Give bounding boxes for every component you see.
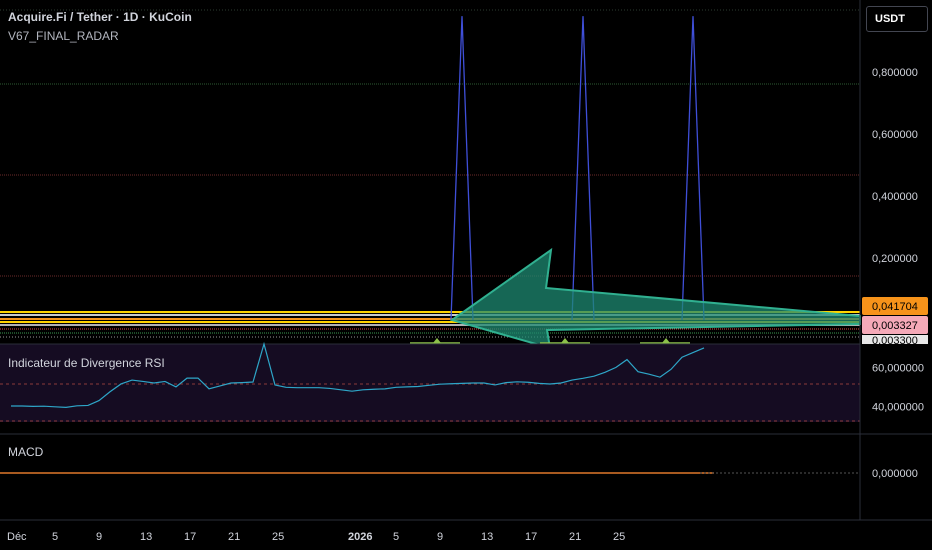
time-tick-label: 9: [437, 531, 443, 543]
price-tick-label: 0,200000: [872, 253, 918, 265]
price-tick-label: 0,600000: [872, 129, 918, 141]
time-tick-label: 25: [613, 531, 625, 543]
time-tick-label: 9: [96, 531, 102, 543]
time-tick-label: 21: [569, 531, 581, 543]
rsi-tick-label: 40,000000: [872, 401, 924, 413]
chart-canvas[interactable]: 0,800000 0,600000 0,400000 0,200000 60,00000…: [0, 0, 932, 550]
chart-title: Acquire.Fi / Tether · 1D · KuCoin: [8, 10, 192, 24]
time-tick-label: 2026: [348, 531, 372, 543]
price-tick-label: 0,800000: [872, 67, 918, 79]
time-tick-label: 17: [184, 531, 196, 543]
rsi-pane-title: Indicateur de Divergence RSI: [8, 356, 165, 370]
price-badge-white-label: 0,003300: [872, 335, 918, 347]
price-badge-orange-label: 0,041704: [872, 301, 918, 313]
time-tick-label: 21: [228, 531, 240, 543]
macd-pane-title: MACD: [8, 445, 44, 459]
macd-tick-label: 0,000000: [872, 468, 918, 480]
price-badges: 0,041704 0,003327 0,003300: [862, 297, 928, 347]
time-tick-label: 25: [272, 531, 284, 543]
indicator-name: V67_FINAL_RADAR: [8, 29, 119, 43]
currency-button[interactable]: USDT: [866, 6, 928, 32]
price-tick-label: 0,400000: [872, 191, 918, 203]
price-badge-pink-label: 0,003327: [872, 320, 918, 332]
rsi-tick-label: 60,000000: [872, 362, 924, 374]
time-tick-label: 5: [393, 531, 399, 543]
time-tick-label: 5: [52, 531, 58, 543]
time-tick-label: 13: [140, 531, 152, 543]
time-tick-label: Déc: [7, 531, 27, 543]
time-tick-label: 17: [525, 531, 537, 543]
time-tick-label: 13: [481, 531, 493, 543]
